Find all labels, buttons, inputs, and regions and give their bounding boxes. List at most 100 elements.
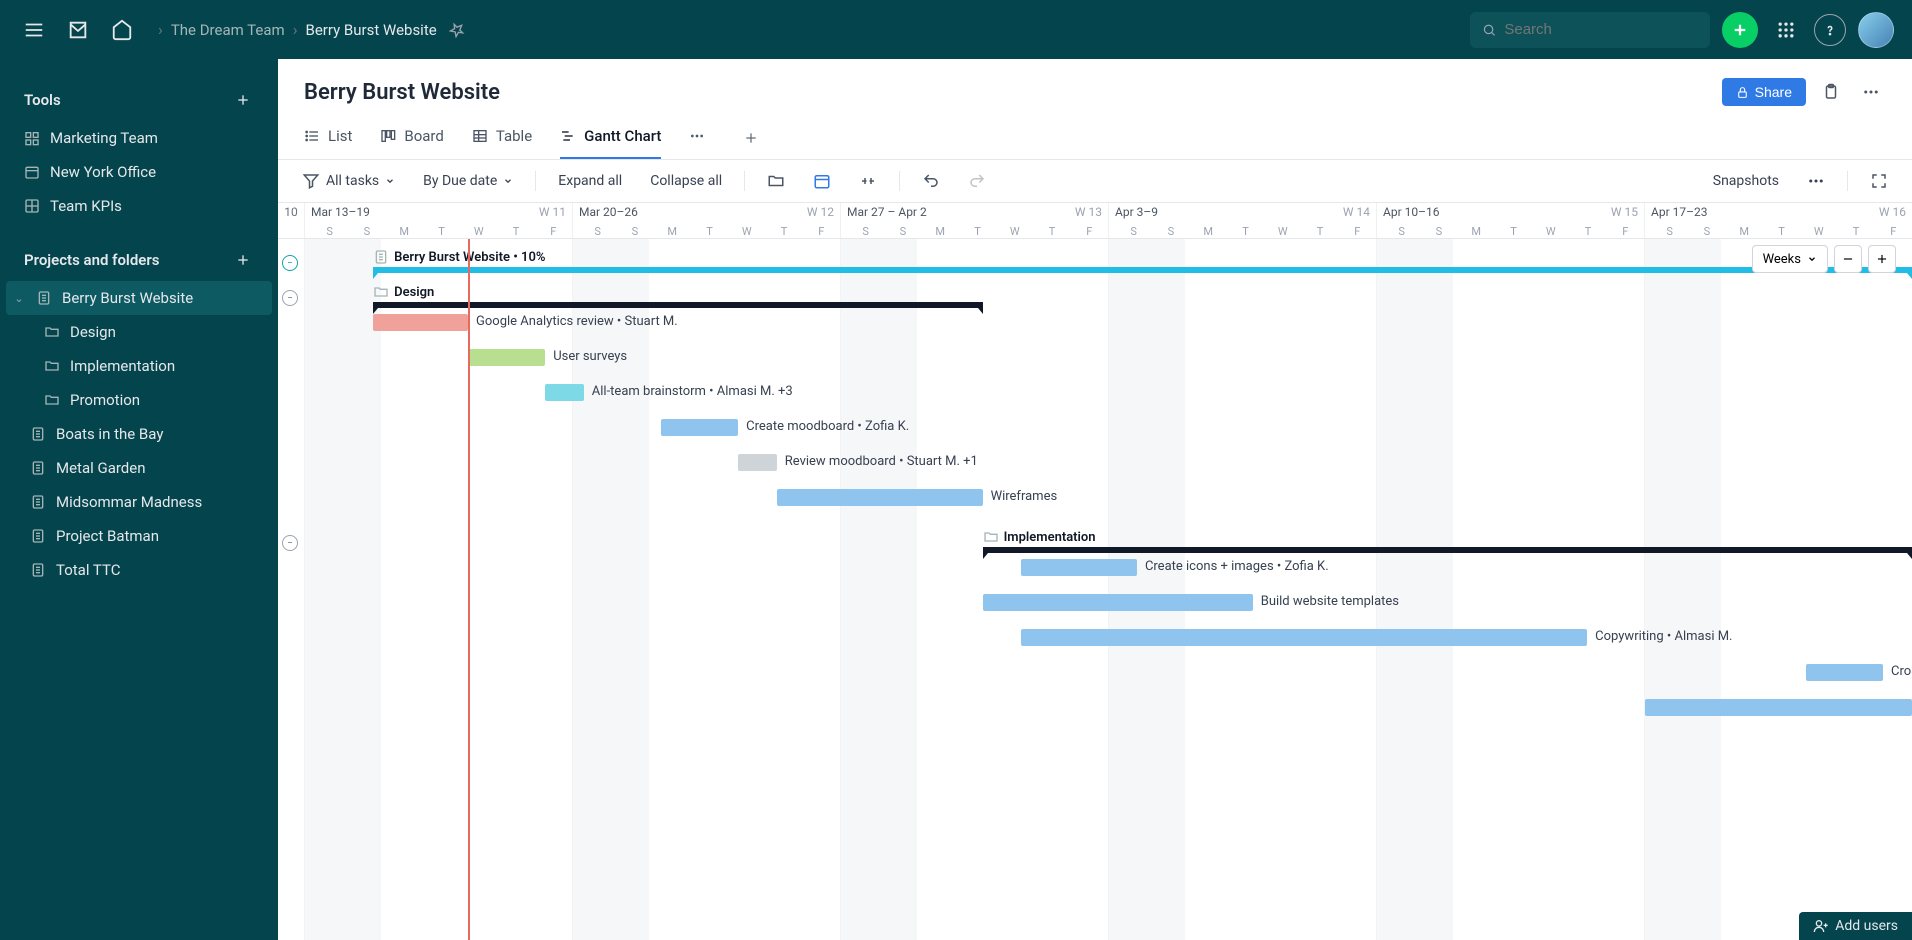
day-letters: SSMTWTF [1651, 225, 1912, 238]
breadcrumb-parent[interactable]: The Dream Team [171, 21, 285, 39]
collapse-toggle[interactable]: − [282, 255, 298, 271]
sidebar-subitem[interactable]: Promotion [0, 383, 278, 417]
add-project-button[interactable] [232, 249, 254, 271]
sidebar-section-tools: Tools [24, 91, 61, 109]
add-tab-button[interactable] [733, 120, 769, 156]
tab-table[interactable]: Table [472, 117, 532, 159]
task-bar[interactable] [1806, 664, 1883, 681]
add-button[interactable] [1722, 12, 1758, 48]
home-icon[interactable] [106, 14, 138, 46]
zoom-in-button[interactable] [1868, 245, 1896, 273]
chevron-down-icon [1807, 254, 1817, 264]
search-input[interactable] [1470, 12, 1710, 48]
parent-bar[interactable] [983, 547, 1912, 553]
breadcrumb-current: Berry Burst Website [306, 21, 437, 39]
share-button[interactable]: Share [1722, 78, 1806, 106]
task-bar[interactable] [545, 384, 584, 401]
folder-icon [44, 358, 60, 374]
calendar-icon[interactable] [807, 168, 837, 194]
task-bar[interactable] [1645, 699, 1912, 716]
group-icon [373, 284, 389, 300]
undo-button[interactable] [916, 168, 946, 194]
parent-label: Implementation [983, 529, 1096, 545]
week-range: Mar 13–19 [311, 205, 370, 219]
project-icon [30, 426, 46, 442]
parent-bar[interactable] [373, 267, 1912, 273]
sort-button[interactable]: By Due date [417, 169, 519, 193]
task-bar[interactable] [1021, 629, 1587, 646]
zoom-controls: Weeks [1752, 245, 1896, 273]
collapse-toggle[interactable]: − [282, 535, 298, 551]
week-column: Apr 10–16W 15SSMTWTF [1376, 203, 1644, 238]
snapshots-button[interactable]: Snapshots [1707, 169, 1785, 193]
view-tabs: List Board Table Gantt Chart [278, 117, 1912, 160]
task-bar[interactable] [777, 489, 983, 506]
sidebar-item[interactable]: ⌄Berry Burst Website [6, 281, 272, 315]
tab-label: Gantt Chart [584, 127, 661, 145]
task-bar[interactable] [373, 314, 468, 331]
filter-button[interactable]: All tasks [296, 168, 401, 194]
sidebar-item[interactable]: Team KPIs [0, 189, 278, 223]
link-icon[interactable] [853, 168, 883, 194]
parent-bar[interactable] [373, 302, 982, 308]
sidebar-item-label: Promotion [70, 391, 140, 409]
filter-label: All tasks [326, 173, 379, 189]
tab-board[interactable]: Board [380, 117, 443, 159]
clipboard-icon[interactable] [1816, 77, 1846, 107]
task-bar[interactable] [468, 349, 545, 366]
sidebar-item[interactable]: Midsommar Madness [0, 485, 278, 519]
folder-icon [44, 324, 60, 340]
toolbar: All tasks By Due date Expand all Collaps… [278, 160, 1912, 203]
task-label: Wireframes [991, 489, 1058, 504]
dashboard-icon [24, 198, 40, 214]
add-users-button[interactable]: Add users [1799, 912, 1912, 940]
folder-icon[interactable] [761, 168, 791, 194]
toolbar-more-icon[interactable] [1801, 168, 1831, 194]
folder-icon [44, 392, 60, 408]
caret-icon[interactable]: ⌄ [12, 292, 26, 305]
redo-button[interactable] [962, 168, 992, 194]
sidebar-item[interactable]: Boats in the Bay [0, 417, 278, 451]
apps-icon[interactable] [1770, 14, 1802, 46]
sidebar-item-label: New York Office [50, 163, 156, 181]
task-bar[interactable] [661, 419, 738, 436]
day-letters: SSMTWTF [1115, 225, 1376, 238]
search-field[interactable] [1504, 21, 1698, 38]
add-tool-button[interactable] [232, 89, 254, 111]
sidebar-item[interactable]: Metal Garden [0, 451, 278, 485]
week-range: Apr 3–9 [1115, 205, 1158, 219]
task-label: Create icons + images • Zofia K. [1145, 559, 1329, 574]
sidebar-item[interactable]: Marketing Team [0, 121, 278, 155]
inbox-icon[interactable] [62, 14, 94, 46]
zoom-out-button[interactable] [1834, 245, 1862, 273]
collapse-all-button[interactable]: Collapse all [644, 169, 728, 193]
avatar[interactable] [1858, 12, 1894, 48]
sidebar-item[interactable]: Project Batman [0, 519, 278, 553]
today-marker [468, 239, 470, 940]
sidebar-subitem[interactable]: Implementation [0, 349, 278, 383]
task-bar[interactable] [983, 594, 1253, 611]
task-bar[interactable] [738, 454, 777, 471]
zoom-select[interactable]: Weeks [1752, 245, 1828, 273]
week-column: Mar 27 – Apr 2W 13SSMTWTF [840, 203, 1108, 238]
sidebar-item[interactable]: New York Office [0, 155, 278, 189]
task-bar[interactable] [1021, 559, 1137, 576]
fullscreen-icon[interactable] [1864, 168, 1894, 194]
gantt-body[interactable]: Berry Burst Website • 10%−Design−Impleme… [278, 239, 1912, 940]
pin-icon[interactable] [445, 18, 469, 42]
chevron-right-icon: › [158, 20, 163, 39]
help-icon[interactable] [1814, 14, 1846, 46]
add-user-icon [1813, 918, 1829, 934]
tab-list[interactable]: List [304, 117, 352, 159]
expand-all-button[interactable]: Expand all [552, 169, 628, 193]
hamburger-icon[interactable] [18, 14, 50, 46]
week-column: Apr 3–9W 14SSMTWTF [1108, 203, 1376, 238]
sidebar-subitem[interactable]: Design [0, 315, 278, 349]
tab-more-icon[interactable] [689, 118, 705, 158]
sidebar-item[interactable]: Total TTC [0, 553, 278, 587]
week-range: Apr 17–23 [1651, 205, 1707, 219]
sidebar-item-label: Total TTC [56, 561, 121, 579]
more-icon[interactable] [1856, 77, 1886, 107]
tab-gantt-chart[interactable]: Gantt Chart [560, 117, 661, 159]
collapse-toggle[interactable]: − [282, 290, 298, 306]
